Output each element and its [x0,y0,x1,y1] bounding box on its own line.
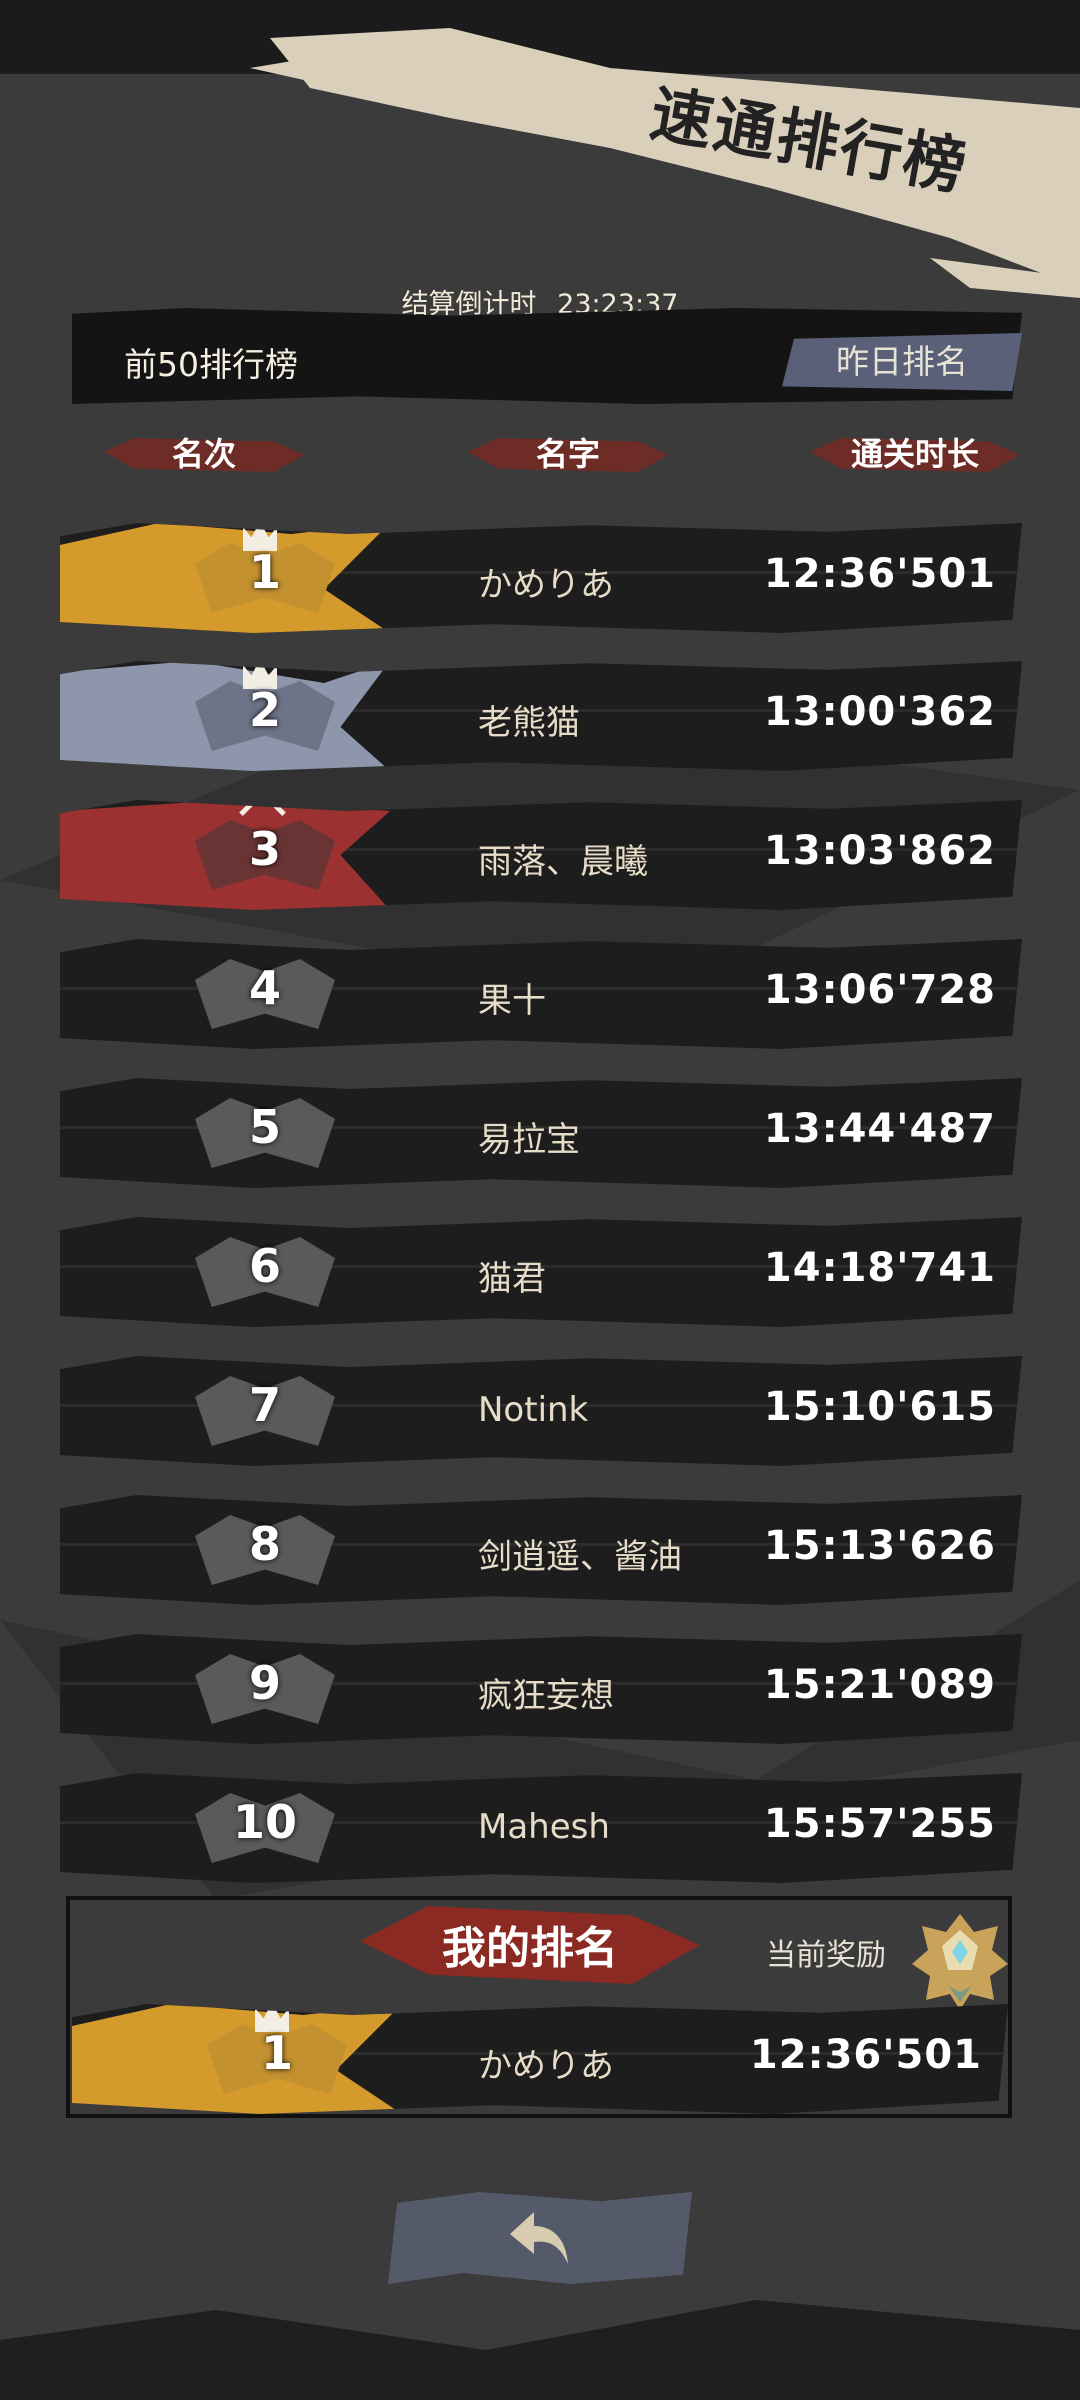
rank-number: 9 [248,1656,281,1710]
clear-time: 13:00'362 [763,689,996,735]
yesterday-ranking-button[interactable]: 昨日排名 [782,333,1022,391]
back-button[interactable] [388,2192,692,2284]
rank-number: 8 [248,1517,281,1571]
rank-number: 1 [248,545,281,599]
floor-decoration [0,2300,1080,2400]
player-name: 剑逍遥、酱油 [478,1537,682,1577]
clear-time: 15:57'255 [763,1801,996,1847]
player-name: 雨落、晨曦 [478,842,648,882]
leaderboard-row: 10 Mahesh 15:57'255 [60,1773,1022,1883]
column-rank: 名次 [104,426,304,482]
rank-number: 1 [260,2026,293,2080]
clear-time: 13:44'487 [763,1106,996,1152]
player-name: かめりあ [478,565,614,605]
my-ranking-title: 我的排名 [442,1923,618,1974]
player-name: 易拉宝 [478,1120,580,1160]
rank-number: 6 [248,1239,281,1293]
clear-time: 13:06'728 [763,967,996,1013]
clear-time: 12:36'501 [763,551,996,597]
rank-number: 4 [248,961,281,1015]
player-name: 猫君 [478,1259,546,1299]
player-name: かめりあ [478,2046,614,2086]
player-name: 果十 [478,981,546,1021]
leaderboard-row: 8 剑逍遥、酱油 15:13'626 [60,1495,1022,1605]
back-arrow-icon [510,2212,568,2264]
reward-medal-icon[interactable] [910,1912,1010,2012]
leaderboard-row: 9 疯狂妄想 15:21'089 [60,1634,1022,1744]
clear-time: 15:13'626 [763,1523,996,1569]
leaderboard-row: 1 かめりあ 12:36'501 [60,523,1022,633]
leaderboard-row: 7 Notink 15:10'615 [60,1356,1022,1466]
player-name: 老熊猫 [478,703,580,743]
column-name: 名字 [468,426,668,482]
rank-number: 2 [248,683,281,737]
column-time: 通关时长 [810,426,1020,482]
my-ranking-row: 1 かめりあ 12:36'501 [72,2004,1008,2114]
player-name: Notink [478,1390,589,1430]
rank-number: 7 [248,1378,281,1432]
rank-number: 5 [248,1100,281,1154]
leaderboard-row: 2 老熊猫 13:00'362 [60,661,1022,771]
clear-time: 12:36'501 [749,2032,982,2078]
rank-number: 10 [232,1795,297,1849]
leaderboard-row: 6 猫君 14:18'741 [60,1217,1022,1327]
clear-time: 13:03'862 [763,828,996,874]
leaderboard-label: 前50排行榜 [124,345,298,384]
player-name: 疯狂妄想 [478,1676,614,1716]
leaderboard-row: 3 雨落、晨曦 13:03'862 [60,800,1022,910]
current-reward-label: 当前奖励 [766,1938,886,1973]
leaderboard-row: 4 果十 13:06'728 [60,939,1022,1049]
leaderboard-row: 5 易拉宝 13:44'487 [60,1078,1022,1188]
rank-number: 3 [248,822,281,876]
player-name: Mahesh [478,1807,610,1847]
clear-time: 15:10'615 [763,1384,996,1430]
clear-time: 15:21'089 [763,1662,996,1708]
clear-time: 14:18'741 [763,1245,996,1291]
